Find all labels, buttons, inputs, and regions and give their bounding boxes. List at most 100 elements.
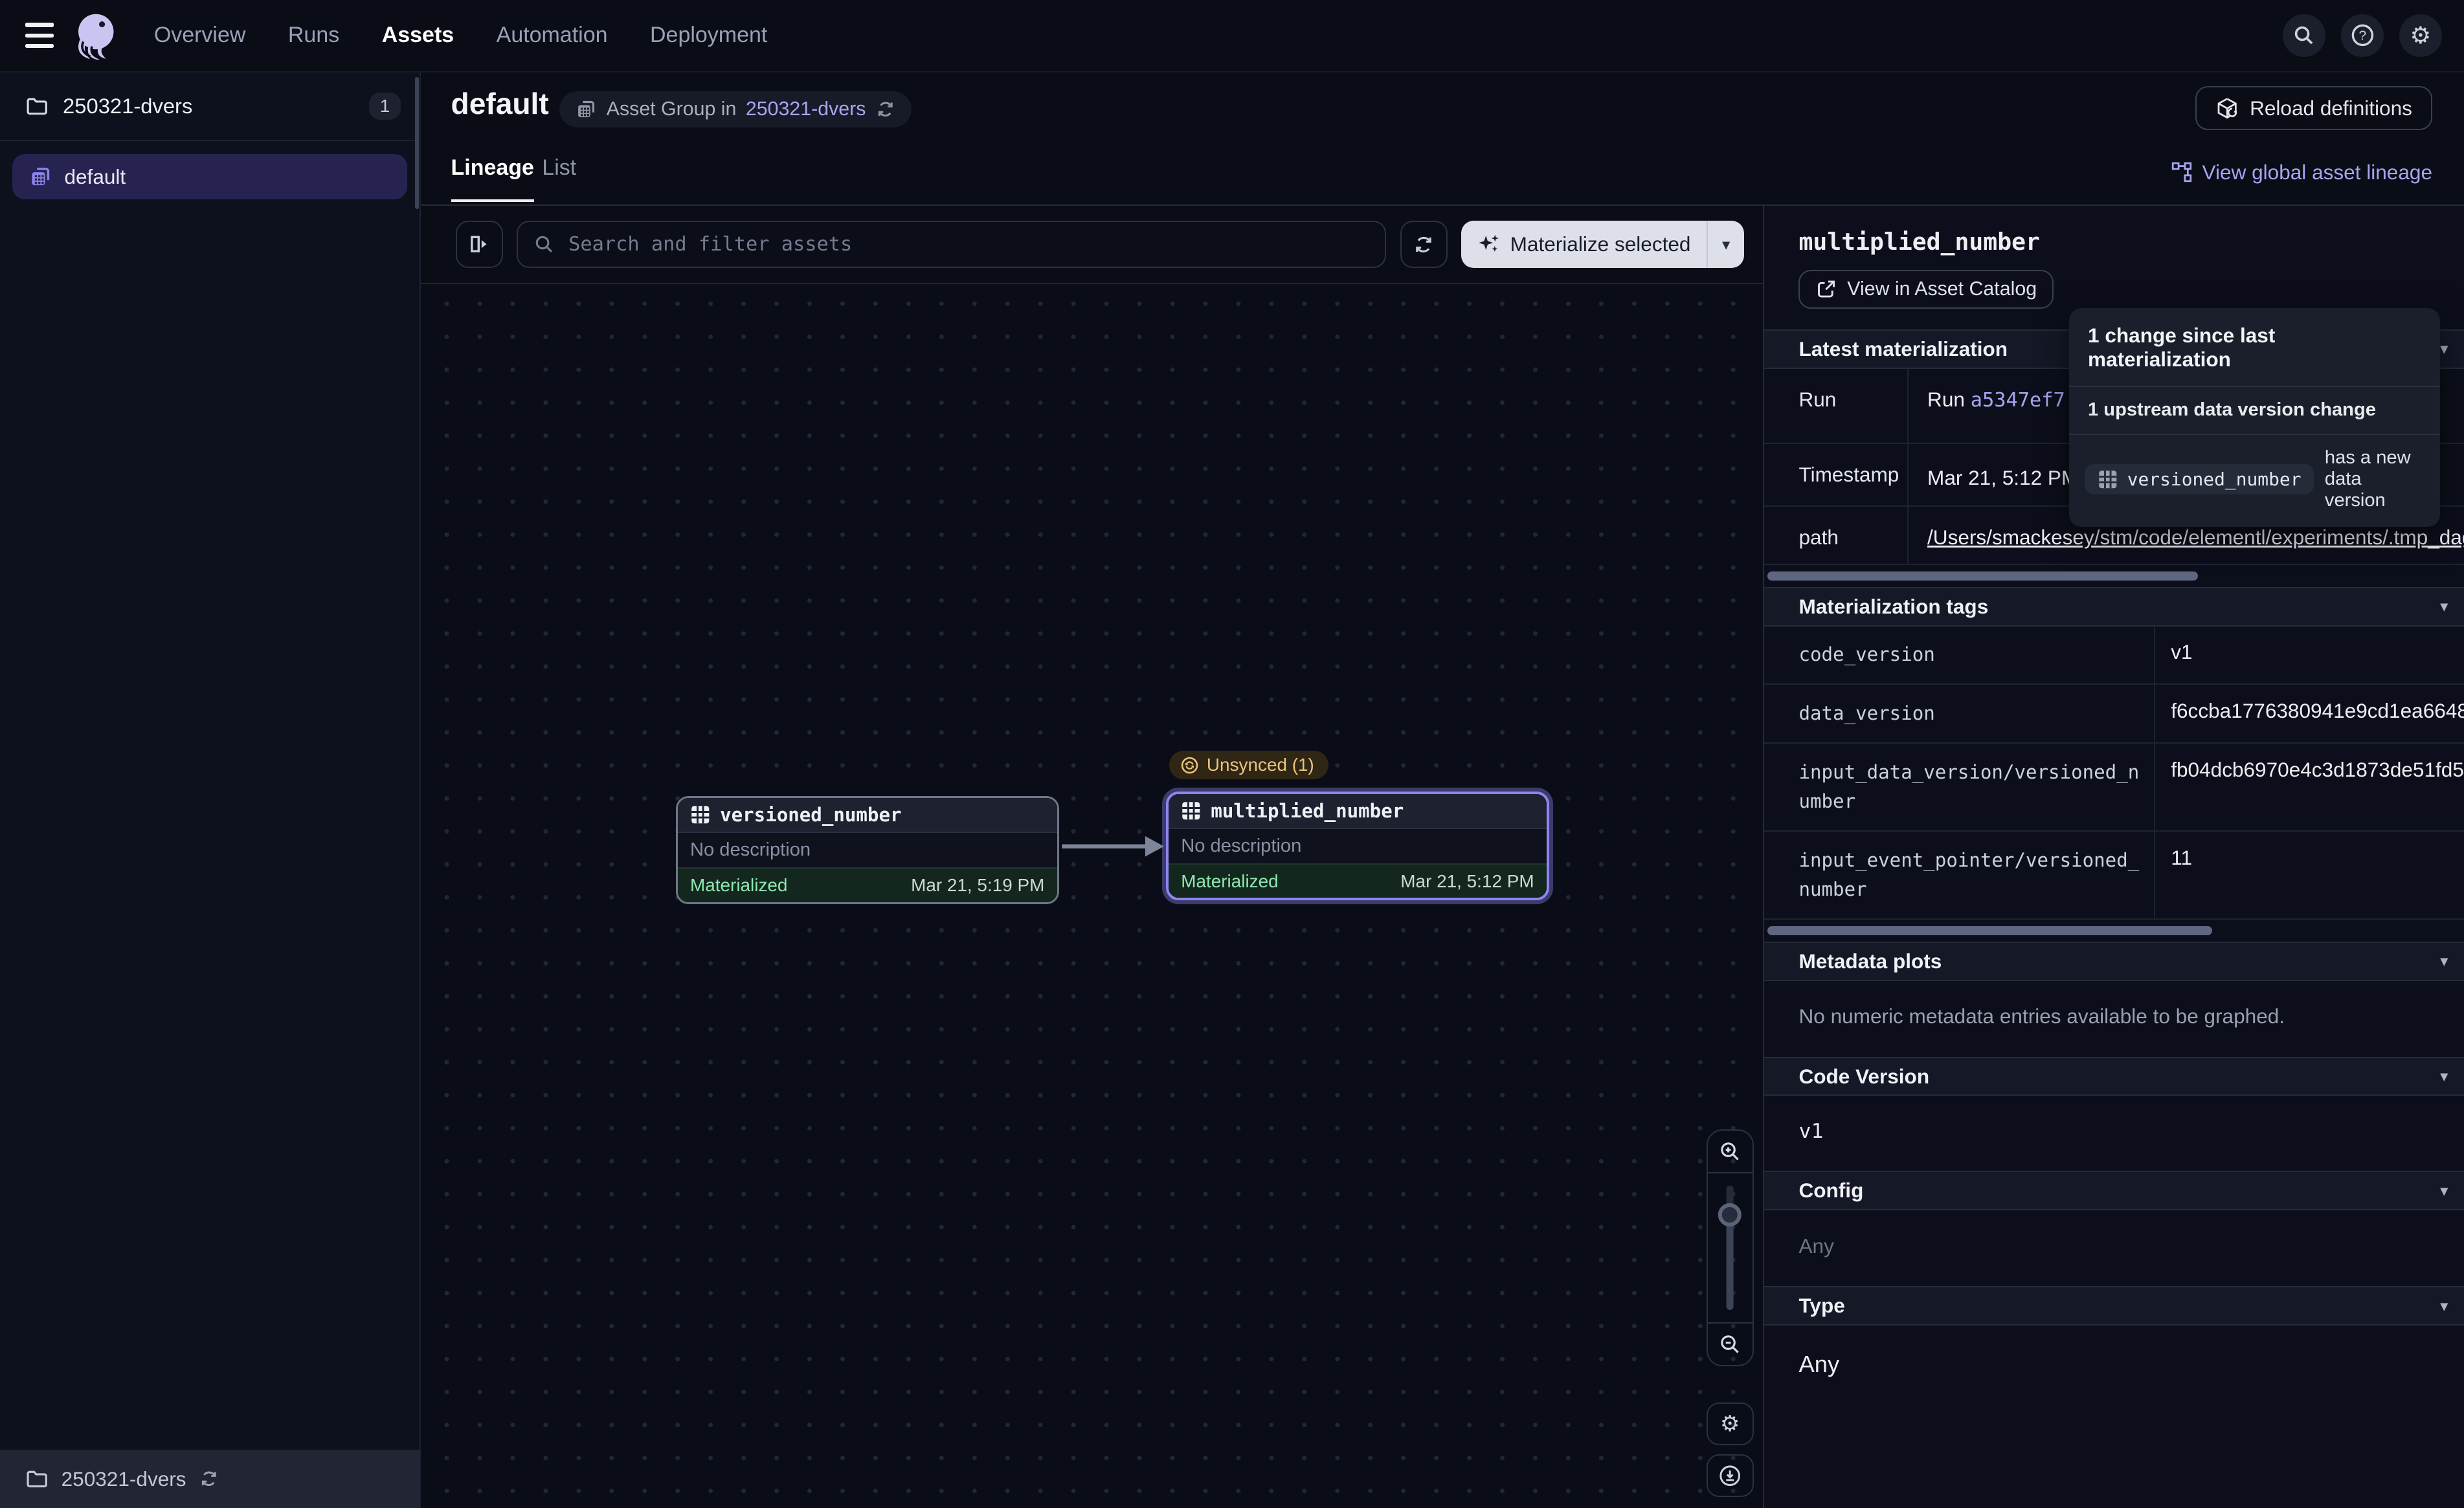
nav-deployment[interactable]: Deployment bbox=[650, 23, 767, 48]
page-title: default bbox=[451, 86, 549, 121]
nav-runs[interactable]: Runs bbox=[288, 23, 339, 48]
chevron-down-icon[interactable]: ▾ bbox=[2440, 339, 2448, 359]
tab-list[interactable]: List bbox=[542, 155, 576, 199]
repo-count-badge: 1 bbox=[369, 93, 401, 120]
repo-name: 250321-dvers bbox=[63, 94, 192, 118]
horizontal-scrollbar[interactable] bbox=[1767, 926, 2212, 936]
lineage-canvas[interactable]: Unsynced (1) versioned_number No descrip… bbox=[421, 284, 1763, 1508]
asset-search-box bbox=[517, 221, 1386, 268]
dagster-app: Overview Runs Assets Automation Deployme… bbox=[0, 0, 2464, 1508]
tag-row: code_version v1 bbox=[1764, 626, 2463, 685]
table-icon bbox=[690, 804, 711, 825]
materialize-sparkle-icon bbox=[1477, 232, 1501, 256]
chevron-down-icon[interactable]: ▾ bbox=[2440, 597, 2448, 616]
sidebar: 250321-dvers 1 default 250321-dvers bbox=[0, 72, 421, 1508]
topbar: Overview Runs Assets Automation Deployme… bbox=[0, 0, 2464, 72]
search-input[interactable] bbox=[565, 232, 1369, 258]
sidebar-repo-row[interactable]: 250321-dvers 1 bbox=[0, 72, 420, 142]
tab-lineage[interactable]: Lineage bbox=[451, 155, 534, 202]
chevron-down-icon[interactable]: ▾ bbox=[2440, 951, 2448, 971]
refresh-icon[interactable] bbox=[1400, 221, 1448, 268]
edge-arrow bbox=[1057, 829, 1170, 863]
lineage-graph-icon bbox=[2171, 161, 2193, 183]
search-icon[interactable] bbox=[2283, 14, 2325, 57]
nav-overview[interactable]: Overview bbox=[154, 23, 246, 48]
nav-assets[interactable]: Assets bbox=[382, 23, 454, 48]
search-icon bbox=[534, 234, 555, 255]
page-header: default Asset Group in 250321-dvers Relo… bbox=[421, 72, 2463, 150]
unsynced-badge-label: Unsynced (1) bbox=[1207, 755, 1314, 775]
help-icon[interactable]: ? bbox=[2341, 14, 2384, 57]
materialize-dropdown-caret[interactable]: ▾ bbox=[1708, 235, 1744, 254]
node-timestamp: Mar 21, 5:19 PM bbox=[911, 875, 1044, 896]
materialize-selected-label: Materialize selected bbox=[1510, 232, 1691, 256]
changes-popover: 1 change since last materialization 1 up… bbox=[2069, 308, 2440, 527]
config-value: Any bbox=[1764, 1210, 2463, 1286]
node-description: No description bbox=[1169, 829, 1547, 863]
open-panel-icon[interactable] bbox=[456, 221, 503, 268]
sidebar-item-default[interactable]: default bbox=[12, 154, 407, 199]
popover-change-row: versioned_number has a new data version bbox=[2069, 435, 2440, 527]
menu-icon[interactable] bbox=[22, 21, 56, 50]
zoom-in-icon[interactable] bbox=[1708, 1131, 1753, 1173]
sidebar-scrollbar[interactable] bbox=[415, 77, 419, 209]
zoom-slider-thumb[interactable] bbox=[1718, 1203, 1742, 1226]
materialize-selected-button[interactable]: Materialize selected ▾ bbox=[1461, 221, 1744, 268]
table-icon bbox=[2098, 469, 2118, 490]
chip-prefix: Asset Group in bbox=[607, 98, 737, 120]
asset-node-multiplied-number[interactable]: multiplied_number No description Materia… bbox=[1166, 792, 1549, 900]
asset-node-versioned-number[interactable]: versioned_number No description Material… bbox=[676, 796, 1059, 904]
download-icon[interactable] bbox=[1707, 1454, 1754, 1497]
section-metadata-plots[interactable]: Metadata plots ▾ bbox=[1764, 942, 2463, 981]
section-config[interactable]: Config ▾ bbox=[1764, 1171, 2463, 1210]
main-nav: Overview Runs Assets Automation Deployme… bbox=[154, 23, 767, 48]
sidebar-footer[interactable]: 250321-dvers bbox=[0, 1450, 420, 1508]
section-code-version[interactable]: Code Version ▾ bbox=[1764, 1057, 2463, 1096]
node-timestamp: Mar 21, 5:12 PM bbox=[1400, 871, 1534, 892]
sync-icon[interactable] bbox=[875, 99, 896, 120]
code-version-value: v1 bbox=[1764, 1096, 2463, 1171]
asset-group-chip[interactable]: Asset Group in 250321-dvers bbox=[559, 91, 912, 128]
settings-gear-icon[interactable]: ⚙ bbox=[2399, 14, 2442, 57]
node-status: Materialized bbox=[1181, 871, 1278, 892]
view-global-asset-lineage-link[interactable]: View global asset lineage bbox=[2171, 161, 2432, 184]
asset-chip-versioned-number[interactable]: versioned_number bbox=[2085, 464, 2314, 495]
tabs-row: Lineage List View global asset lineage bbox=[421, 150, 2463, 206]
zoom-slider[interactable] bbox=[1708, 1173, 1753, 1323]
svg-text:?: ? bbox=[2358, 28, 2366, 43]
nav-automation[interactable]: Automation bbox=[497, 23, 608, 48]
sync-icon[interactable] bbox=[199, 1469, 219, 1489]
chevron-down-icon[interactable]: ▾ bbox=[2440, 1296, 2448, 1316]
main-content: default Asset Group in 250321-dvers Relo… bbox=[421, 72, 2463, 1508]
reload-cube-icon bbox=[2215, 96, 2239, 120]
section-materialization-tags[interactable]: Materialization tags ▾ bbox=[1764, 587, 2463, 626]
view-in-asset-catalog-button[interactable]: View in Asset Catalog bbox=[1798, 270, 2054, 309]
path-link[interactable]: /Users/smackesey/stm/code/elementl/exper… bbox=[1927, 526, 2463, 549]
node-description: No description bbox=[678, 833, 1057, 867]
dagster-logo-icon[interactable] bbox=[69, 6, 123, 65]
popover-change-text: has a new data version bbox=[2325, 447, 2425, 511]
topbar-actions: ? ⚙ bbox=[2283, 14, 2441, 57]
graph-settings-gear-icon[interactable]: ⚙ bbox=[1707, 1403, 1754, 1445]
external-link-icon bbox=[1816, 279, 1837, 300]
zoom-out-icon[interactable] bbox=[1708, 1322, 1753, 1365]
lineage-section: Materialize selected ▾ Unsynced (1) bbox=[421, 206, 1763, 1508]
run-id-link[interactable]: a5347ef7 bbox=[1971, 389, 2065, 412]
chip-repo-link[interactable]: 250321-dvers bbox=[746, 98, 866, 120]
asset-detail-panel: multiplied_number View in Asset Catalog … bbox=[1763, 206, 2463, 1508]
node-status: Materialized bbox=[690, 875, 787, 896]
asset-title: multiplied_number bbox=[1798, 228, 2463, 256]
asset-group-icon bbox=[575, 98, 597, 120]
reload-definitions-button[interactable]: Reload definitions bbox=[2195, 86, 2432, 130]
tag-row: data_version f6ccba1776380941e9cd1ea6648… bbox=[1764, 685, 2463, 744]
metadata-plots-empty-text: No numeric metadata entries available to… bbox=[1764, 981, 2463, 1057]
folder-icon bbox=[25, 94, 49, 118]
horizontal-scrollbar[interactable] bbox=[1767, 571, 2198, 581]
popover-title: 1 change since last materialization bbox=[2069, 308, 2440, 387]
view-global-asset-lineage-label: View global asset lineage bbox=[2202, 161, 2432, 184]
node-name: multiplied_number bbox=[1211, 800, 1404, 822]
chevron-down-icon[interactable]: ▾ bbox=[2440, 1181, 2448, 1201]
chevron-down-icon[interactable]: ▾ bbox=[2440, 1067, 2448, 1086]
unsynced-badge[interactable]: Unsynced (1) bbox=[1169, 751, 1328, 781]
section-type[interactable]: Type ▾ bbox=[1764, 1286, 2463, 1325]
